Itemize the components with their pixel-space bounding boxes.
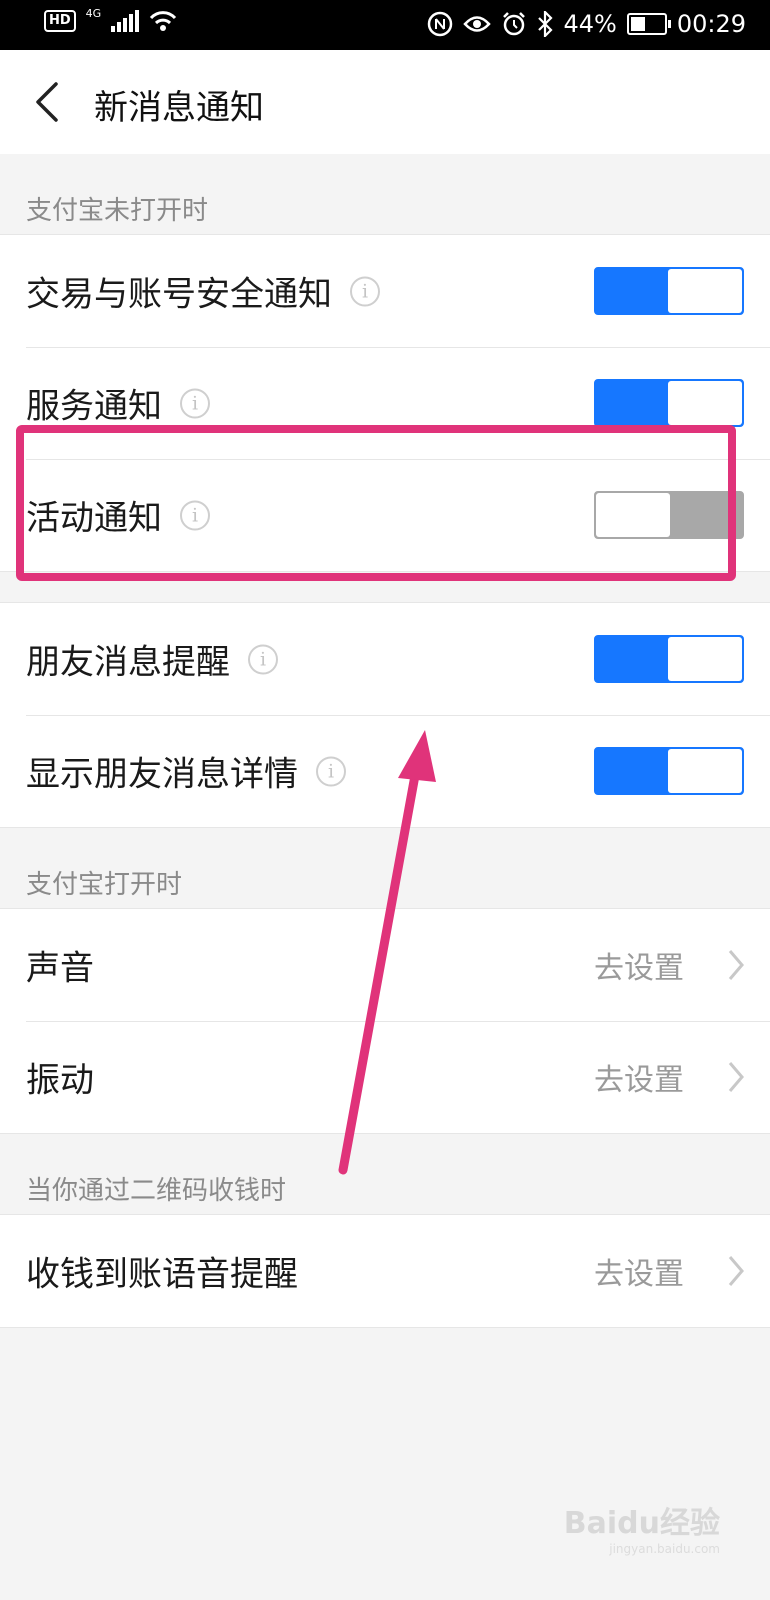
watermark-logo: Baidu经验 jingyan.baidu.com bbox=[564, 1498, 720, 1556]
watermark-brand: Baidu经验 bbox=[563, 1506, 720, 1541]
annotation-arrow bbox=[338, 730, 436, 1175]
watermark-url: jingyan.baidu.com bbox=[609, 1542, 720, 1556]
